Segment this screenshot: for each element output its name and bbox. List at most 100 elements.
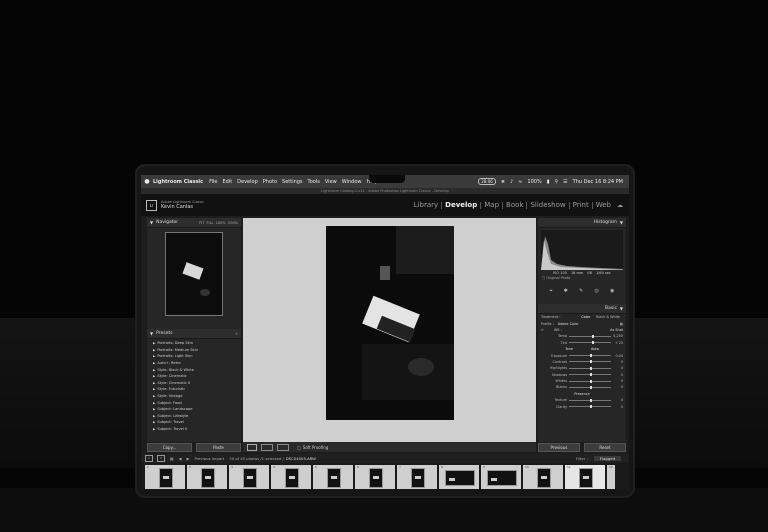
menu-photo[interactable]: Photo	[263, 179, 277, 185]
collapse-triangle-icon[interactable]: ▼	[620, 306, 623, 311]
treatment-color[interactable]: Color	[578, 315, 593, 319]
whites-knob[interactable]	[590, 379, 592, 383]
original-photo-toggle[interactable]: ▢ Original Photo	[538, 276, 626, 280]
clarity-knob[interactable]	[590, 405, 592, 409]
soft-proofing-checkbox[interactable]: ▢	[297, 445, 301, 450]
highlights-value[interactable]: 0	[611, 366, 623, 370]
blacks-knob[interactable]	[590, 385, 592, 389]
eyedropper-icon[interactable]: ✍	[541, 328, 544, 332]
texture-knob[interactable]	[590, 398, 592, 402]
zoom-fit[interactable]: FIT	[199, 221, 204, 225]
module-map[interactable]: Map	[481, 201, 504, 209]
filmstrip-thumbnail[interactable]: 8	[439, 464, 479, 489]
preset-item[interactable]: ▶ Subject: Landscape	[153, 406, 241, 413]
tint-value[interactable]: + 20	[611, 341, 623, 345]
filmstrip-thumbnail[interactable]: 7	[397, 464, 437, 489]
navigator-header[interactable]: ▼ Navigator FIT FILL 100% 200%	[147, 218, 241, 228]
highlights-track[interactable]	[569, 366, 611, 370]
preset-item[interactable]: ▶ Portraits: Medium Skin	[153, 347, 241, 354]
exposure-track[interactable]	[569, 354, 611, 358]
selected-filename[interactable]: DSC04005.ARW	[286, 456, 316, 461]
battery-icon[interactable]: ▮	[547, 179, 550, 185]
status-pill[interactable]: 28:06	[478, 178, 496, 185]
tint-track[interactable]	[569, 341, 611, 345]
clarity-value[interactable]: 0	[611, 405, 623, 409]
preset-item[interactable]: ▶ Portraits: Deep Skin	[153, 340, 241, 347]
contrast-track[interactable]	[569, 360, 611, 364]
preset-item[interactable]: ▶ Style: Futuristic	[153, 386, 241, 393]
cloud-sync-icon[interactable]: ☁	[614, 202, 623, 209]
preset-item[interactable]: ▶ Style: Vintage	[153, 393, 241, 400]
temp-track[interactable]	[569, 334, 611, 338]
add-preset-icon[interactable]: +	[235, 332, 238, 336]
forward-arrow-icon[interactable]: ▶	[187, 456, 190, 461]
filmstrip-thumbnail[interactable]: 2	[187, 464, 227, 489]
collapse-triangle-icon[interactable]: ▼	[150, 331, 153, 336]
exposure-value[interactable]: 0.00	[611, 354, 623, 358]
profile-browser-icon[interactable]: ▦	[620, 322, 623, 326]
filmstrip-thumbnail[interactable]: 9	[481, 464, 521, 489]
collapse-triangle-icon[interactable]: ▼	[150, 220, 153, 225]
menu-tools[interactable]: Tools	[308, 179, 320, 185]
contrast-knob[interactable]	[590, 360, 592, 364]
bluetooth-icon[interactable]: ⋇	[501, 179, 505, 185]
module-book[interactable]: Book	[503, 201, 528, 209]
temp-knob[interactable]	[592, 334, 595, 338]
whites-value[interactable]: 0	[611, 379, 623, 383]
module-print[interactable]: Print	[570, 201, 593, 209]
contrast-value[interactable]: 0	[611, 360, 623, 364]
filter-dropdown[interactable]: Flagged	[593, 456, 621, 461]
texture-value[interactable]: 0	[611, 398, 623, 402]
filmstrip-thumbnail[interactable]: 4	[271, 464, 311, 489]
preset-item[interactable]: ▶ Portraits: Light Skin	[153, 353, 241, 360]
wifi-icon[interactable]: ≈	[518, 179, 522, 185]
apple-icon[interactable]: ●	[141, 178, 153, 185]
menu-settings[interactable]: Settings	[282, 179, 303, 185]
tint-knob[interactable]	[592, 341, 595, 345]
previous-button[interactable]: Previous	[538, 443, 580, 452]
search-icon[interactable]: ⚲	[554, 179, 558, 185]
filmstrip-thumbnail[interactable]: 5	[313, 464, 353, 489]
menu-window[interactable]: Window	[342, 179, 362, 185]
highlights-knob[interactable]	[590, 366, 592, 370]
tone-auto-button[interactable]: Auto	[591, 347, 599, 351]
filmstrip-thumbnail[interactable]: 12	[607, 464, 615, 489]
filmstrip-thumbnail[interactable]: 1	[145, 464, 185, 489]
preset-item[interactable]: ▶ Style: Cinematic II	[153, 380, 241, 387]
loupe-view-icon[interactable]	[247, 443, 257, 451]
filmstrip-thumbnail[interactable]: 10	[523, 464, 563, 489]
clarity-track[interactable]	[569, 405, 611, 409]
volume-icon[interactable]: ♪	[510, 179, 513, 185]
profile-dropdown[interactable]: Adobe Color	[558, 322, 579, 326]
screen-1-icon[interactable]: 1	[145, 455, 153, 462]
zoom-200[interactable]: 200%	[228, 221, 238, 225]
blacks-track[interactable]	[569, 385, 611, 389]
menu-view[interactable]: View	[325, 179, 337, 185]
preset-item[interactable]: ▶ Auto+: Retro	[153, 360, 241, 367]
histogram[interactable]	[541, 230, 623, 270]
preset-item[interactable]: ▶ Style: Cinematic	[153, 373, 241, 380]
texture-track[interactable]	[569, 398, 611, 402]
control-center-icon[interactable]: ☰	[563, 179, 567, 185]
treatment-bw[interactable]: Black & White	[593, 315, 623, 319]
source-label[interactable]: Previous Import	[194, 456, 224, 461]
shadows-knob[interactable]	[590, 373, 592, 377]
shadows-value[interactable]: 0	[611, 373, 623, 377]
reset-button[interactable]: Reset	[584, 443, 626, 452]
clarity-slider[interactable]: Clarity 0	[538, 403, 626, 409]
module-slideshow[interactable]: Slideshow	[527, 201, 570, 209]
clock[interactable]: Thu Dec 16 8:24 PM	[573, 179, 623, 185]
grid-view-icon[interactable]: ▦	[170, 456, 174, 461]
module-library[interactable]: Library	[411, 201, 443, 209]
filmstrip-thumbnail[interactable]: 6	[355, 464, 395, 489]
exposure-knob[interactable]	[590, 354, 592, 358]
image-canvas[interactable]	[243, 218, 536, 442]
brush-icon[interactable]: ✎	[579, 288, 583, 294]
edited-photo[interactable]	[326, 226, 454, 420]
preset-item[interactable]: ▶ Subject: Food	[153, 399, 241, 406]
wb-dropdown[interactable]: As Shot	[610, 328, 623, 332]
redeye-icon[interactable]: ◉	[610, 288, 614, 294]
healing-icon[interactable]: ✱	[564, 288, 568, 294]
menu-file[interactable]: File	[209, 179, 217, 185]
module-web[interactable]: Web	[593, 201, 614, 209]
